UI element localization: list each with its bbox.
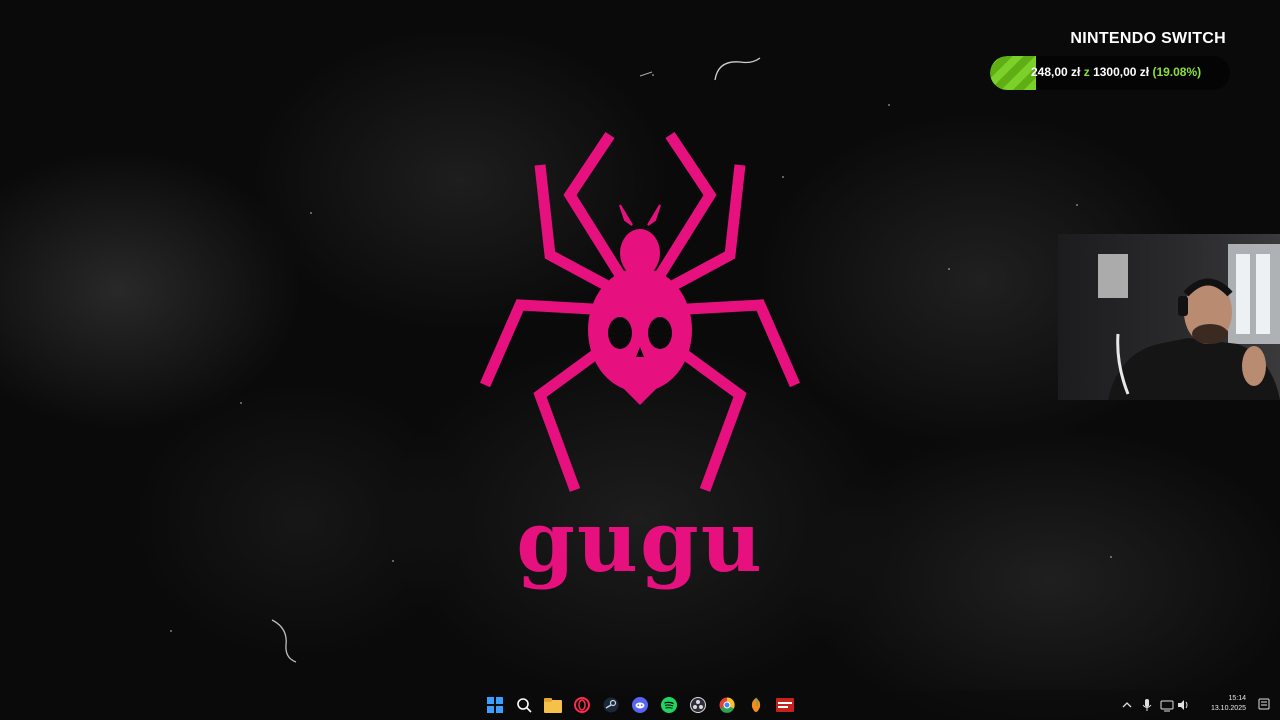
streamer-silhouette [1098, 244, 1280, 400]
steam-icon[interactable] [596, 690, 625, 720]
clock-time: 15:14 [1228, 695, 1246, 702]
chrome-icon[interactable] [712, 690, 741, 720]
goal-progress-fill [990, 56, 1036, 90]
goal-amount-text: 248,00 zł z 1300,00 zł (19.08%) [1031, 65, 1201, 79]
network-icon[interactable] [1160, 698, 1174, 712]
discord-icon[interactable] [625, 690, 654, 720]
speaker-icon[interactable] [1176, 698, 1190, 712]
search-icon[interactable] [509, 690, 538, 720]
voicemod-icon[interactable] [770, 690, 799, 720]
webcam-feed [1058, 234, 1280, 400]
windows-start-icon[interactable] [480, 690, 509, 720]
microphone-icon[interactable] [1140, 698, 1154, 712]
gugu-logo: gugu [470, 125, 810, 605]
goal-target-amount: 1300,00 zł [1093, 65, 1150, 79]
goal-title: NINTENDO SWITCH [1070, 30, 1226, 47]
spider-skull-icon [479, 131, 801, 492]
clock-date: 13.10.2025 [1210, 705, 1246, 712]
taskbar: 15:14 13.10.2025 [0, 690, 1280, 720]
file-explorer-icon[interactable] [538, 690, 567, 720]
goal-separator: z [1083, 65, 1090, 79]
goal-current-amount: 248,00 zł [1031, 65, 1081, 79]
goal-percent: (19.08%) [1152, 65, 1202, 79]
system-tray: 15:14 13.10.2025 [1120, 690, 1280, 720]
opera-gx-icon[interactable] [567, 690, 596, 720]
logo-wordmark: gugu [516, 492, 764, 591]
obs-icon[interactable] [683, 690, 712, 720]
taskbar-clock[interactable]: 15:14 13.10.2025 [1211, 694, 1246, 714]
notification-bell-icon[interactable] [1258, 698, 1270, 710]
spotify-icon[interactable] [654, 690, 683, 720]
fl-studio-icon[interactable] [741, 690, 770, 720]
chevron-up-icon[interactable] [1120, 698, 1134, 712]
taskbar-apps [480, 690, 799, 720]
